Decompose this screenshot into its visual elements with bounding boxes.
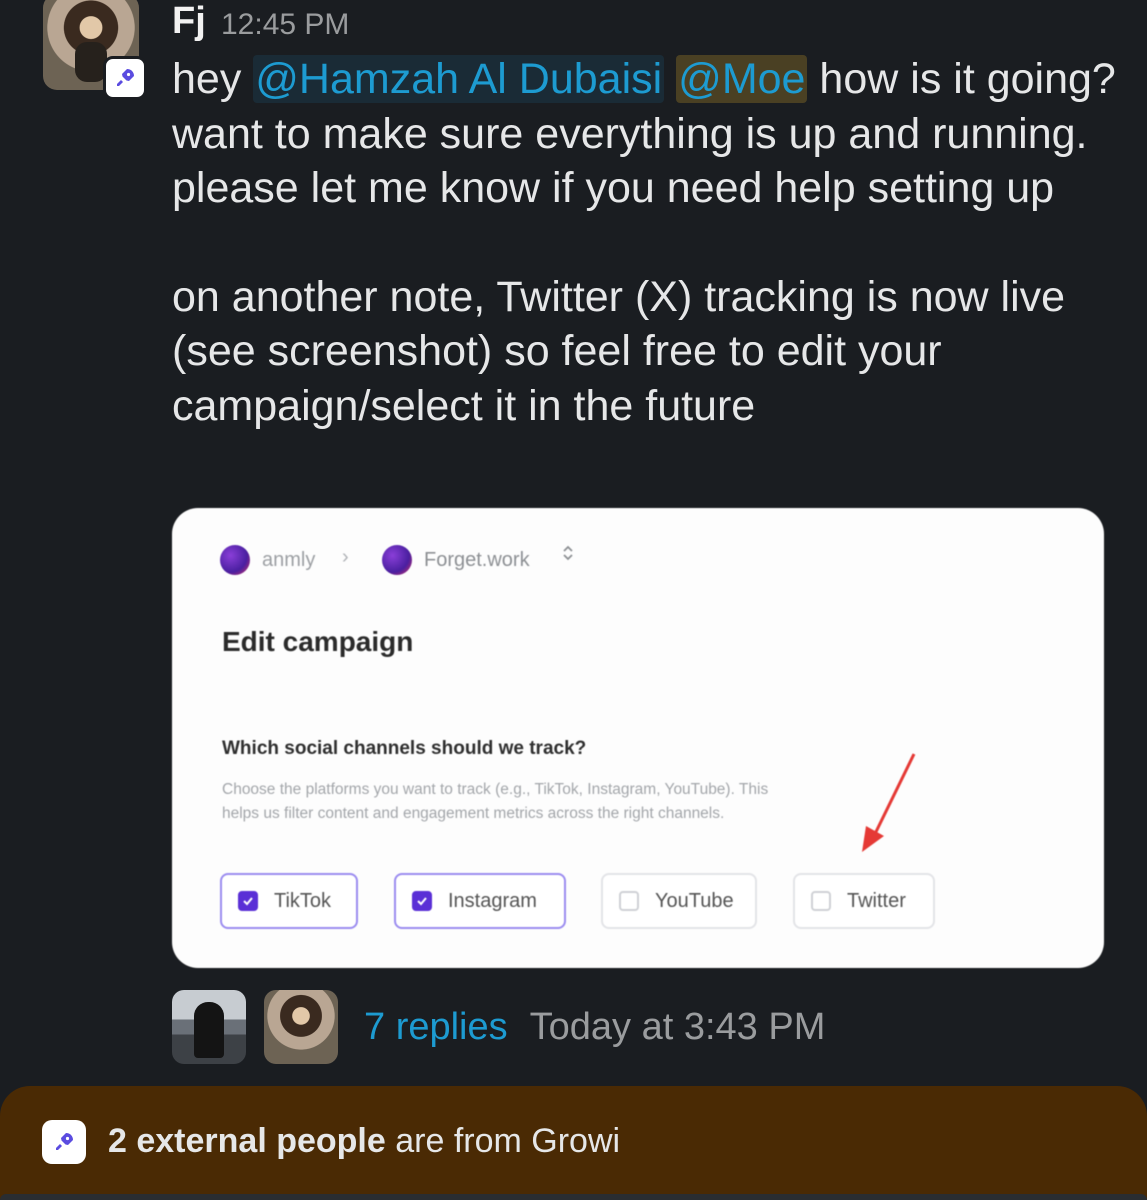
banner-text: 2 external people are from Growi	[108, 1122, 620, 1161]
channel-option-twitter: Twitter	[793, 873, 935, 929]
breadcrumb-workspace: Forget.work	[382, 545, 530, 575]
question-heading: Which social channels should we track?	[222, 738, 587, 759]
breadcrumb-workspace-label: Forget.work	[424, 548, 530, 571]
mention-moe[interactable]: @Moe	[676, 55, 808, 103]
channel-label: Twitter	[847, 889, 906, 912]
banner-rest-text: are from Growi	[385, 1122, 621, 1160]
banner-bold-text: 2 external people	[108, 1122, 386, 1160]
red-arrow-icon	[862, 753, 916, 852]
channel-label: YouTube	[655, 889, 734, 912]
breadcrumb-org-label: anmly	[262, 548, 316, 571]
app-badge	[103, 56, 147, 100]
chevron-updown-icon	[562, 544, 574, 563]
sender-name[interactable]: Fj	[172, 0, 206, 43]
breadcrumb-org: anmly	[220, 545, 315, 575]
channel-label: TikTok	[274, 889, 332, 912]
message-paragraph-1: hey @Hamzah Al Dubaisi @Moe how is it go…	[172, 52, 1117, 216]
channel-label: Instagram	[448, 889, 537, 912]
message-text: hey	[172, 55, 254, 103]
org-logo-icon	[220, 545, 250, 575]
attached-screenshot[interactable]: anmly › Forget.work Edit campaign Which …	[172, 508, 1104, 968]
page-title: Edit campaign	[222, 626, 414, 657]
reply-avatar	[264, 990, 338, 1064]
checkbox-empty-icon	[619, 891, 639, 911]
channel-option-youtube: YouTube	[601, 873, 757, 929]
reply-avatar	[172, 990, 246, 1064]
workspace-logo-icon	[382, 545, 412, 575]
message-paragraph-2: on another note, Twitter (X) tracking is…	[172, 272, 1066, 430]
channel-option-instagram: Instagram	[394, 873, 566, 929]
thread-summary[interactable]: 7 replies Today at 3:43 PM	[172, 990, 825, 1064]
message-timestamp[interactable]: 12:45 PM	[221, 8, 349, 42]
check-icon	[238, 891, 258, 911]
breadcrumb-separator-icon: ›	[342, 546, 349, 568]
checkbox-empty-icon	[811, 891, 831, 911]
rocket-icon	[117, 69, 134, 86]
mention-hamzah[interactable]: @Hamzah Al Dubaisi	[253, 55, 665, 103]
channel-option-tiktok: TikTok	[220, 873, 358, 929]
external-people-banner[interactable]: 2 external people are from Growi	[0, 1086, 1147, 1200]
replies-link[interactable]: 7 replies	[364, 1006, 508, 1049]
check-icon	[412, 891, 432, 911]
question-description: Choose the platforms you want to track (…	[222, 781, 769, 822]
message-body: hey @Hamzah Al Dubaisi @Moe how is it go…	[172, 52, 1117, 433]
composer-edge	[0, 1194, 1147, 1200]
last-reply-time: Today at 3:43 PM	[529, 1005, 826, 1048]
banner-app-badge	[42, 1120, 86, 1164]
rocket-icon	[56, 1133, 73, 1150]
